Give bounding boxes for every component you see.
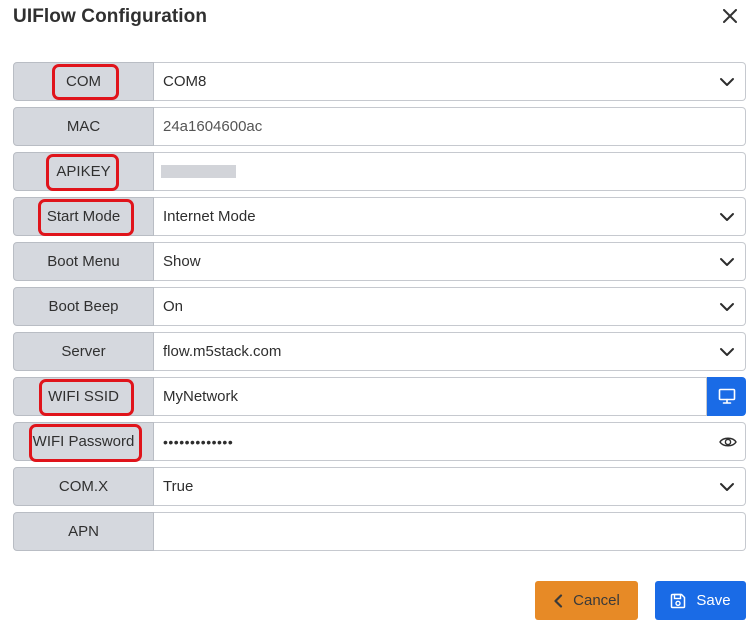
wifi-ssid-value: MyNetwork [163,388,239,405]
eye-icon[interactable] [719,434,737,450]
apikey-label: APIKEY [13,152,154,191]
chevron-left-icon [553,593,563,608]
com-highlight [52,64,119,100]
chevron-down-icon[interactable] [719,210,735,224]
wifi-password-label: WIFI Password [13,422,154,462]
cancel-button[interactable]: Cancel [535,581,638,620]
mac-value: 24a1604600ac [163,118,263,135]
close-icon[interactable] [723,9,737,23]
comx-label: COM.X [13,467,154,506]
apn-label: APN [13,512,154,551]
comx-select[interactable]: True [154,467,746,506]
wifi-ssid-highlight [39,379,134,416]
wifi-ssid-row: WIFI SSID MyNetwork [13,377,746,416]
wifi-scan-button[interactable] [707,377,746,416]
cancel-label: Cancel [573,592,620,609]
start-mode-select[interactable]: Internet Mode [154,197,746,236]
chevron-down-icon[interactable] [719,300,735,314]
close-button[interactable] [718,4,742,28]
mac-row: MAC 24a1604600ac [13,107,746,146]
com-select[interactable]: COM8 [154,62,746,101]
boot-menu-select[interactable]: Show [154,242,746,281]
com-label: COM [13,62,154,101]
mac-field: 24a1604600ac [154,107,746,146]
wifi-password-highlight [29,424,142,462]
dialog-title: UIFlow Configuration [13,6,208,27]
chevron-down-icon[interactable] [719,255,735,269]
mac-label: MAC [13,107,154,146]
server-select[interactable]: flow.m5stack.com [154,332,746,371]
chevron-down-icon[interactable] [719,480,735,494]
boot-beep-row: Boot Beep On [13,287,746,326]
wifi-password-value: ••••••••••••• [163,433,234,450]
com-row: COM COM8 [13,62,746,101]
apikey-redaction [161,165,236,178]
boot-beep-select[interactable]: On [154,287,746,326]
boot-menu-label: Boot Menu [13,242,154,281]
apn-label-text: APN [68,523,99,540]
chevron-down-icon[interactable] [719,75,735,89]
boot-beep-label: Boot Beep [13,287,154,326]
monitor-icon [718,388,735,404]
apn-row: APN [13,512,746,551]
boot-menu-value: Show [163,253,201,270]
wifi-password-row: WIFI Password ••••••••••••• [13,422,746,462]
apikey-row: APIKEY [13,152,746,191]
wifi-password-input[interactable]: ••••••••••••• [154,422,746,461]
boot-beep-value: On [163,298,184,315]
save-button[interactable]: Save [655,581,746,620]
comx-value: True [163,478,194,495]
start-mode-highlight [38,199,134,236]
boot-menu-label-text: Boot Menu [47,253,120,270]
wifi-ssid-label: WIFI SSID [13,377,154,416]
save-icon [670,593,686,609]
server-label: Server [13,332,154,371]
wifi-ssid-input[interactable]: MyNetwork [154,377,707,416]
server-row: Server flow.m5stack.com [13,332,746,371]
start-mode-label: Start Mode [13,197,154,236]
mac-label-text: MAC [66,118,101,135]
comx-label-text: COM.X [58,478,109,495]
boot-beep-label-text: Boot Beep [48,298,119,315]
start-mode-value: Internet Mode [163,208,256,225]
com-value: COM8 [163,73,207,90]
boot-menu-row: Boot Menu Show [13,242,746,281]
apn-input[interactable] [154,512,746,551]
save-label: Save [696,592,731,609]
apikey-highlight [46,154,119,191]
server-label-text: Server [61,343,106,360]
chevron-down-icon[interactable] [719,345,735,359]
apikey-field[interactable] [154,152,746,191]
start-mode-row: Start Mode Internet Mode [13,197,746,236]
server-value: flow.m5stack.com [163,343,282,360]
comx-row: COM.X True [13,467,746,506]
